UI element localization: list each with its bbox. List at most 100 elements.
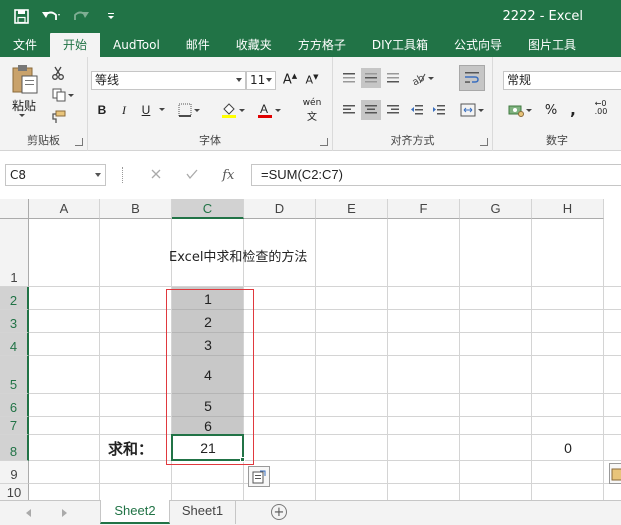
- fill-color-button[interactable]: [218, 100, 248, 120]
- underline-button[interactable]: U: [136, 100, 156, 120]
- align-middle-button[interactable]: [361, 68, 381, 88]
- cell-h8[interactable]: 0: [532, 435, 604, 461]
- worksheet-grid[interactable]: A B C D E F G H 1 2 3 4 5 6 7 8 9 10 Excel中求和检查的方法 1 2 3 4 5 6 求和…: [0, 199, 621, 500]
- italic-button[interactable]: I: [114, 100, 134, 120]
- formula-input[interactable]: =SUM(C2:C7): [251, 164, 621, 186]
- select-all-corner[interactable]: [0, 199, 29, 219]
- paste-options-button[interactable]: [609, 463, 621, 484]
- formula-bar-grip[interactable]: [122, 167, 124, 183]
- column-header-b[interactable]: B: [100, 199, 172, 219]
- wrap-text-button[interactable]: [459, 65, 485, 91]
- quick-analysis-icon: [252, 470, 266, 483]
- sheet-tab-sheet2[interactable]: Sheet2: [100, 500, 170, 524]
- shrink-font-button[interactable]: A▼: [302, 70, 322, 90]
- quick-analysis-button[interactable]: [248, 466, 270, 487]
- tab-3[interactable]: 邮件: [173, 33, 223, 57]
- tab-2[interactable]: AudTool: [100, 33, 173, 57]
- row-header-1[interactable]: 1: [0, 219, 29, 287]
- number-format-combo[interactable]: 常规: [503, 71, 621, 90]
- add-sheet-icon[interactable]: +: [271, 504, 287, 520]
- row-header-7[interactable]: 7: [0, 417, 29, 435]
- svg-text:ab: ab: [410, 73, 426, 85]
- increase-indent-button[interactable]: [429, 100, 449, 120]
- align-bottom-button[interactable]: [383, 68, 403, 88]
- row-header-3[interactable]: 3: [0, 310, 29, 333]
- quick-access-toolbar: [10, 6, 122, 26]
- paste-icon[interactable]: [10, 63, 40, 98]
- align-center-button[interactable]: [361, 100, 381, 120]
- font-name-value: 等线: [95, 73, 120, 87]
- column-header-a[interactable]: A: [29, 199, 100, 219]
- row-header-8[interactable]: 8: [0, 435, 29, 461]
- tab-4[interactable]: 收藏夹: [223, 33, 285, 57]
- tab-7[interactable]: 公式向导: [441, 33, 515, 57]
- column-header-e[interactable]: E: [316, 199, 388, 219]
- decrease-indent-button[interactable]: [407, 100, 427, 120]
- col-gridline: [99, 219, 100, 500]
- paste-dropdown-icon[interactable]: [17, 114, 25, 117]
- bold-button[interactable]: B: [92, 100, 112, 120]
- font-color-button[interactable]: A: [254, 100, 284, 120]
- cancel-icon[interactable]: [150, 168, 162, 183]
- name-box[interactable]: C8: [5, 164, 106, 186]
- copy-icon[interactable]: [48, 85, 78, 105]
- sheet-tab-sheet1[interactable]: Sheet1: [170, 500, 236, 524]
- save-icon[interactable]: [10, 6, 32, 26]
- wrap-text-icon: [465, 72, 479, 83]
- merge-center-button[interactable]: [457, 100, 487, 120]
- align-bottom-icon: [387, 73, 399, 83]
- clipboard-group: 粘贴 剪贴板: [0, 57, 88, 151]
- name-box-dropdown-icon[interactable]: [95, 173, 101, 177]
- customize-qat-icon[interactable]: [100, 6, 122, 26]
- increase-decimal-button[interactable]: ←0.00: [589, 98, 613, 118]
- underline-dropdown-icon[interactable]: [157, 108, 165, 111]
- column-header-c[interactable]: C: [172, 199, 244, 219]
- scroll-sheets-right-icon[interactable]: [62, 509, 67, 517]
- accounting-format-button[interactable]: [505, 100, 535, 120]
- row-header-9[interactable]: 9: [0, 461, 29, 484]
- align-middle-icon: [365, 73, 377, 83]
- row-header-4[interactable]: 4: [0, 333, 29, 356]
- scroll-sheets-left-icon[interactable]: [26, 509, 31, 517]
- enter-icon[interactable]: [185, 168, 199, 183]
- cut-icon[interactable]: [48, 63, 68, 83]
- tab-1[interactable]: 开始: [50, 33, 101, 57]
- column-header-h[interactable]: H: [532, 199, 604, 219]
- undo-icon[interactable]: [40, 6, 62, 26]
- align-left-button[interactable]: [339, 100, 359, 120]
- tab-5[interactable]: 方方格子: [285, 33, 359, 57]
- font-size-combo[interactable]: 11: [246, 71, 276, 90]
- row-header-5[interactable]: 5: [0, 356, 29, 394]
- font-name-dropdown-icon[interactable]: [236, 78, 242, 82]
- format-painter-icon[interactable]: [48, 107, 68, 127]
- font-launcher-icon[interactable]: [320, 138, 328, 146]
- paste-label[interactable]: 粘贴: [12, 97, 36, 114]
- tab-0[interactable]: 文件: [0, 33, 50, 57]
- row-gridline: [29, 332, 621, 333]
- increase-decimal-icon: ←0.00: [594, 99, 608, 116]
- tab-6[interactable]: DIY工具箱: [359, 33, 441, 57]
- row-gridline: [29, 286, 621, 287]
- row-header-10[interactable]: 10: [0, 484, 29, 500]
- tab-8[interactable]: 图片工具: [515, 33, 589, 57]
- orientation-button[interactable]: ab: [407, 68, 437, 88]
- font-name-combo[interactable]: 等线: [91, 71, 246, 90]
- col-gridline: [387, 219, 388, 500]
- align-top-button[interactable]: [339, 68, 359, 88]
- insert-function-button[interactable]: fx: [222, 168, 234, 183]
- row-header-6[interactable]: 6: [0, 394, 29, 417]
- comma-style-button[interactable]: ,: [563, 100, 583, 120]
- percent-style-button[interactable]: %: [541, 100, 561, 120]
- redo-icon[interactable]: [70, 6, 92, 26]
- column-header-d[interactable]: D: [244, 199, 316, 219]
- column-header-g[interactable]: G: [460, 199, 532, 219]
- alignment-launcher-icon[interactable]: [480, 138, 488, 146]
- row-header-2[interactable]: 2: [0, 287, 29, 310]
- phonetic-button[interactable]: wén 文: [298, 98, 326, 123]
- column-header-f[interactable]: F: [388, 199, 460, 219]
- align-right-button[interactable]: [383, 100, 403, 120]
- borders-button[interactable]: [174, 100, 204, 120]
- grow-font-button[interactable]: A▲: [280, 70, 300, 90]
- font-size-dropdown-icon[interactable]: [266, 78, 272, 82]
- clipboard-launcher-icon[interactable]: [75, 138, 83, 146]
